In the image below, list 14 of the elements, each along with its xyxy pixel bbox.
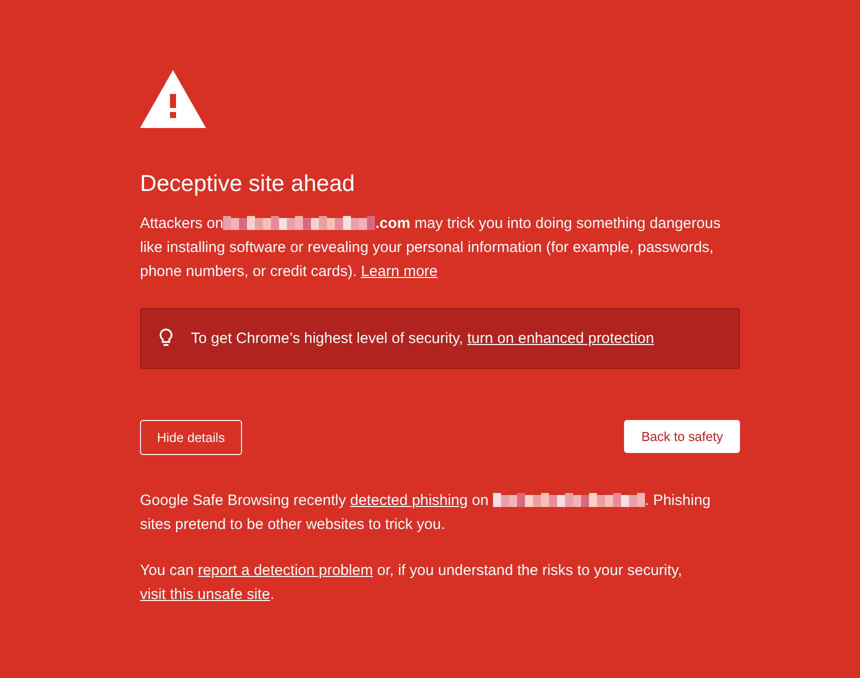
link[interactable]: report a detection problem [198,562,373,579]
link[interactable]: visit this unsafe site [140,586,270,603]
link[interactable]: detected phishing [350,492,468,509]
details-paragraph: You can report a detection problem or, if you understand the risks to your security, visit this unsafe site. [140,560,683,605]
back-to-safety-button[interactable]: Back to safety [624,420,740,453]
notice-text: To get Chrome’s highest level of security, turn on enhanced protection [191,330,654,347]
warning-message: Attackers on .com may trick you into doing something dangerous like installing software or revealing your personal information (for example, passwords, phone numbers, or credit cards). Learn more [140,214,722,282]
details-paragraph: Google Safe Browsing recently detected phishing on . Phishing sites pretend to be other websites to trick you. [140,490,712,535]
warning-icon [140,70,206,128]
link[interactable]: turn on enhanced protection [467,330,654,347]
link[interactable]: Learn more [360,262,438,280]
page-heading: Deceptive site ahead [140,170,356,198]
lightbulb-icon [159,328,173,348]
hide-details-button[interactable]: Hide details [140,420,242,455]
